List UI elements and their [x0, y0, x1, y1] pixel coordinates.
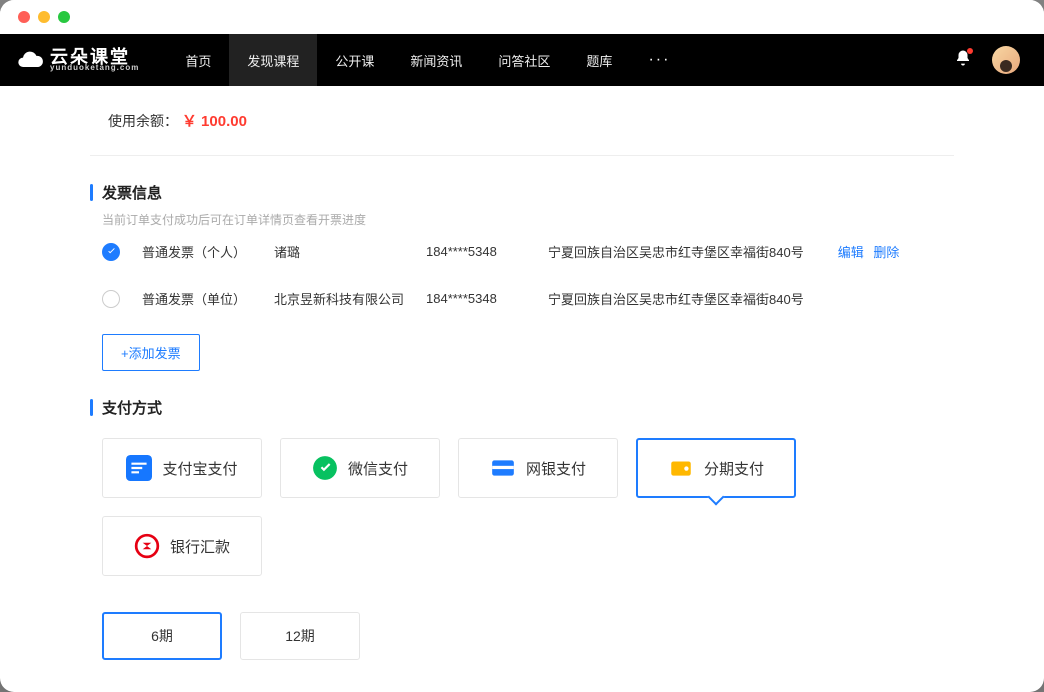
invoice-name: 北京昱新科技有限公司	[274, 289, 404, 308]
wallet-icon	[668, 455, 694, 481]
bank-icon	[134, 533, 160, 559]
invoice-section: 发票信息 当前订单支付成功后可在订单详情页查看开票进度 普通发票（个人） 诸璐 …	[90, 182, 954, 371]
maximize-dot[interactable]	[58, 11, 70, 23]
mac-titlebar	[0, 0, 1044, 34]
pay-wechat[interactable]: 微信支付	[280, 438, 440, 498]
balance-amount: ￥ 100.00	[182, 113, 247, 130]
close-dot[interactable]	[18, 11, 30, 23]
edit-link[interactable]: 编辑	[838, 245, 864, 260]
invoice-address: 宁夏回族自治区吴忠市红寺堡区幸福街840号	[548, 242, 804, 261]
nav-discover[interactable]: 发现课程	[229, 34, 317, 86]
invoice-name: 诸璐	[274, 242, 404, 261]
invoice-phone: 184****5348	[426, 291, 526, 306]
invoice-type: 普通发票（单位）	[142, 289, 252, 308]
invoice-type: 普通发票（个人）	[142, 242, 252, 261]
pay-label: 支付宝支付	[162, 458, 237, 479]
invoice-address: 宁夏回族自治区吴忠市红寺堡区幸福街840号	[548, 289, 804, 308]
notification-bell-icon[interactable]	[954, 49, 972, 72]
nav-news[interactable]: 新闻资讯	[392, 34, 480, 86]
logo-subtitle: yunduoketang.com	[50, 64, 139, 72]
pay-label: 网银支付	[526, 458, 586, 479]
nav-open-course[interactable]: 公开课	[317, 34, 392, 86]
payment-section: 支付方式 支付宝支付 微信支付	[90, 397, 954, 692]
user-avatar[interactable]	[992, 46, 1020, 74]
nav-qa[interactable]: 问答社区	[480, 34, 568, 86]
cloud-icon	[16, 46, 44, 74]
nav-items: 首页 发现课程 公开课 新闻资讯 问答社区 题库 ···	[167, 34, 688, 86]
invoice-actions: 编辑 删除	[838, 242, 906, 261]
payment-methods: 支付宝支付 微信支付 网银支付	[90, 438, 954, 576]
payment-title: 支付方式	[90, 397, 954, 418]
pay-label: 分期支付	[704, 458, 764, 479]
pay-installment[interactable]: 分期支付	[636, 438, 796, 498]
pay-alipay[interactable]: 支付宝支付	[102, 438, 262, 498]
invoice-phone: 184****5348	[426, 244, 526, 259]
pay-label: 银行汇款	[170, 536, 230, 557]
alipay-icon	[126, 455, 152, 481]
invoice-title: 发票信息	[90, 182, 954, 203]
pay-label: 微信支付	[348, 458, 408, 479]
pay-bankwire[interactable]: 银行汇款	[102, 516, 262, 576]
term-12[interactable]: 12期	[240, 612, 360, 660]
balance-row: 使用余额： ￥ 100.00	[90, 86, 954, 156]
wechat-icon	[312, 455, 338, 481]
term-6[interactable]: 6期	[102, 612, 222, 660]
radio-unselected-icon[interactable]	[102, 290, 120, 308]
nav-home[interactable]: 首页	[167, 34, 229, 86]
minimize-dot[interactable]	[38, 11, 50, 23]
installment-terms: 6期 12期	[90, 612, 954, 660]
invoice-row-company[interactable]: 普通发票（单位） 北京昱新科技有限公司 184****5348 宁夏回族自治区吴…	[90, 275, 954, 322]
nav-bank[interactable]: 题库	[568, 34, 630, 86]
invoice-row-personal[interactable]: 普通发票（个人） 诸璐 184****5348 宁夏回族自治区吴忠市红寺堡区幸福…	[90, 228, 954, 275]
main-content: 使用余额： ￥ 100.00 发票信息 当前订单支付成功后可在订单详情页查看开票…	[0, 86, 1044, 692]
top-navigation: 云朵课堂 yunduoketang.com 首页 发现课程 公开课 新闻资讯 问…	[0, 34, 1044, 86]
delete-link[interactable]: 删除	[873, 245, 899, 260]
pay-netbank[interactable]: 网银支付	[458, 438, 618, 498]
bankcard-icon	[490, 455, 516, 481]
brand-logo[interactable]: 云朵课堂 yunduoketang.com	[16, 46, 139, 74]
add-invoice-button[interactable]: +添加发票	[102, 334, 200, 371]
nav-right	[954, 46, 1020, 74]
balance-label: 使用余额：	[108, 113, 178, 129]
invoice-subtitle: 当前订单支付成功后可在订单详情页查看开票进度	[90, 211, 954, 228]
nav-more[interactable]: ···	[630, 34, 688, 86]
app-window: 云朵课堂 yunduoketang.com 首页 发现课程 公开课 新闻资讯 问…	[0, 0, 1044, 692]
radio-selected-icon[interactable]	[102, 243, 120, 261]
